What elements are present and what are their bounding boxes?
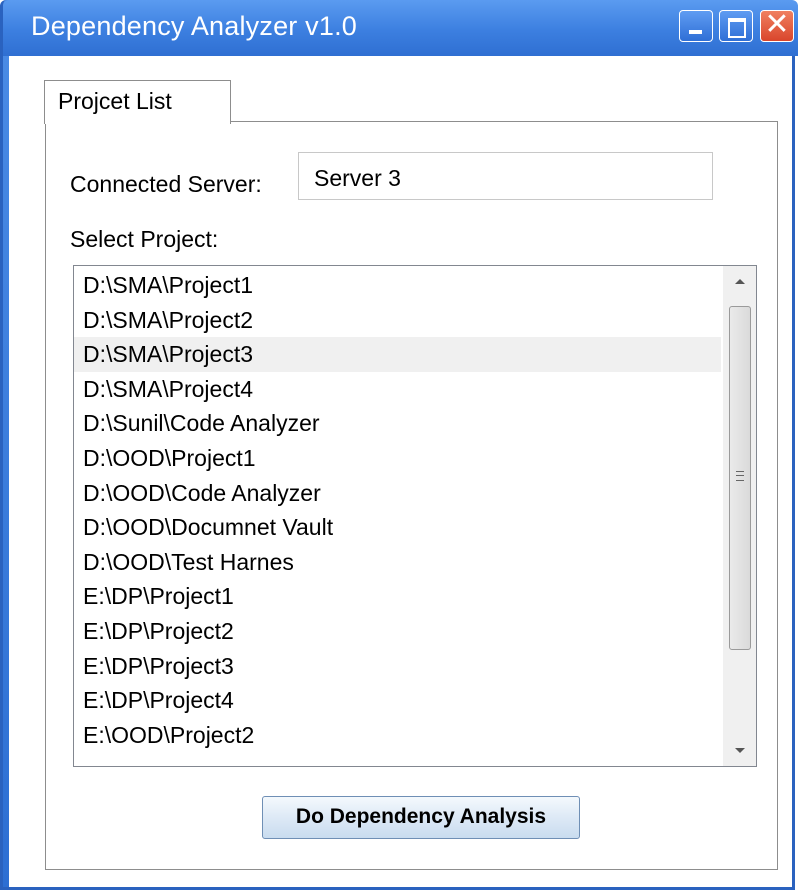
- tab-project-list[interactable]: Projcet List: [44, 80, 231, 124]
- list-item[interactable]: E:\DP\Project1: [74, 579, 721, 614]
- list-item[interactable]: E:\OOD\Project2: [74, 718, 721, 753]
- project-list: D:\SMA\Project1 D:\SMA\Project2 D:\SMA\Pro…: [74, 268, 721, 752]
- minimize-icon: [689, 30, 702, 34]
- scroll-up-button[interactable]: [723, 266, 756, 296]
- client-area: Projcet List Connected Server: Server 3 …: [9, 56, 792, 887]
- connected-server-label: Connected Server:: [70, 171, 262, 197]
- app-window: Dependency Analyzer v1.0 ✕ Projcet List …: [0, 0, 798, 890]
- list-item[interactable]: D:\OOD\Code Analyzer: [74, 476, 721, 511]
- arrow-up-icon: [735, 279, 745, 284]
- close-button[interactable]: ✕: [760, 7, 794, 42]
- list-item[interactable]: E:\DP\Project4: [74, 683, 721, 718]
- project-listbox[interactable]: D:\SMA\Project1 D:\SMA\Project2 D:\SMA\Pro…: [73, 265, 757, 767]
- scrollbar-thumb[interactable]: [729, 306, 751, 650]
- vertical-scrollbar[interactable]: [723, 266, 756, 766]
- list-item[interactable]: D:\OOD\Test Harnes: [74, 545, 721, 580]
- select-project-label: Select Project:: [70, 226, 219, 252]
- list-item[interactable]: D:\SMA\Project2: [74, 303, 721, 338]
- minimize-button[interactable]: [679, 10, 713, 42]
- window-title: Dependency Analyzer v1.0: [31, 11, 358, 41]
- maximize-icon: [728, 18, 746, 38]
- close-icon: ✕: [764, 7, 790, 42]
- title-bar[interactable]: Dependency Analyzer v1.0 ✕: [3, 0, 798, 56]
- tab-panel: Connected Server: Server 3 Select Projec…: [45, 121, 778, 870]
- tab-label: Projcet List: [58, 88, 172, 114]
- list-item[interactable]: E:\DP\Project3: [74, 649, 721, 684]
- scroll-down-button[interactable]: [723, 736, 756, 766]
- do-dependency-analysis-button[interactable]: Do Dependency Analysis: [262, 796, 580, 839]
- arrow-down-icon: [735, 748, 745, 753]
- list-item[interactable]: D:\Sunil\Code Analyzer: [74, 406, 721, 441]
- grip-icon: [736, 471, 744, 481]
- list-item[interactable]: E:\DP\Project2: [74, 614, 721, 649]
- list-item[interactable]: D:\OOD\Project1: [74, 441, 721, 476]
- list-item[interactable]: D:\SMA\Project4: [74, 372, 721, 407]
- connected-server-field[interactable]: Server 3: [298, 152, 713, 200]
- list-item[interactable]: D:\SMA\Project1: [74, 268, 721, 303]
- list-item[interactable]: D:\SMA\Project3: [74, 337, 721, 372]
- list-item[interactable]: D:\OOD\Documnet Vault: [74, 510, 721, 545]
- maximize-button[interactable]: [719, 10, 753, 42]
